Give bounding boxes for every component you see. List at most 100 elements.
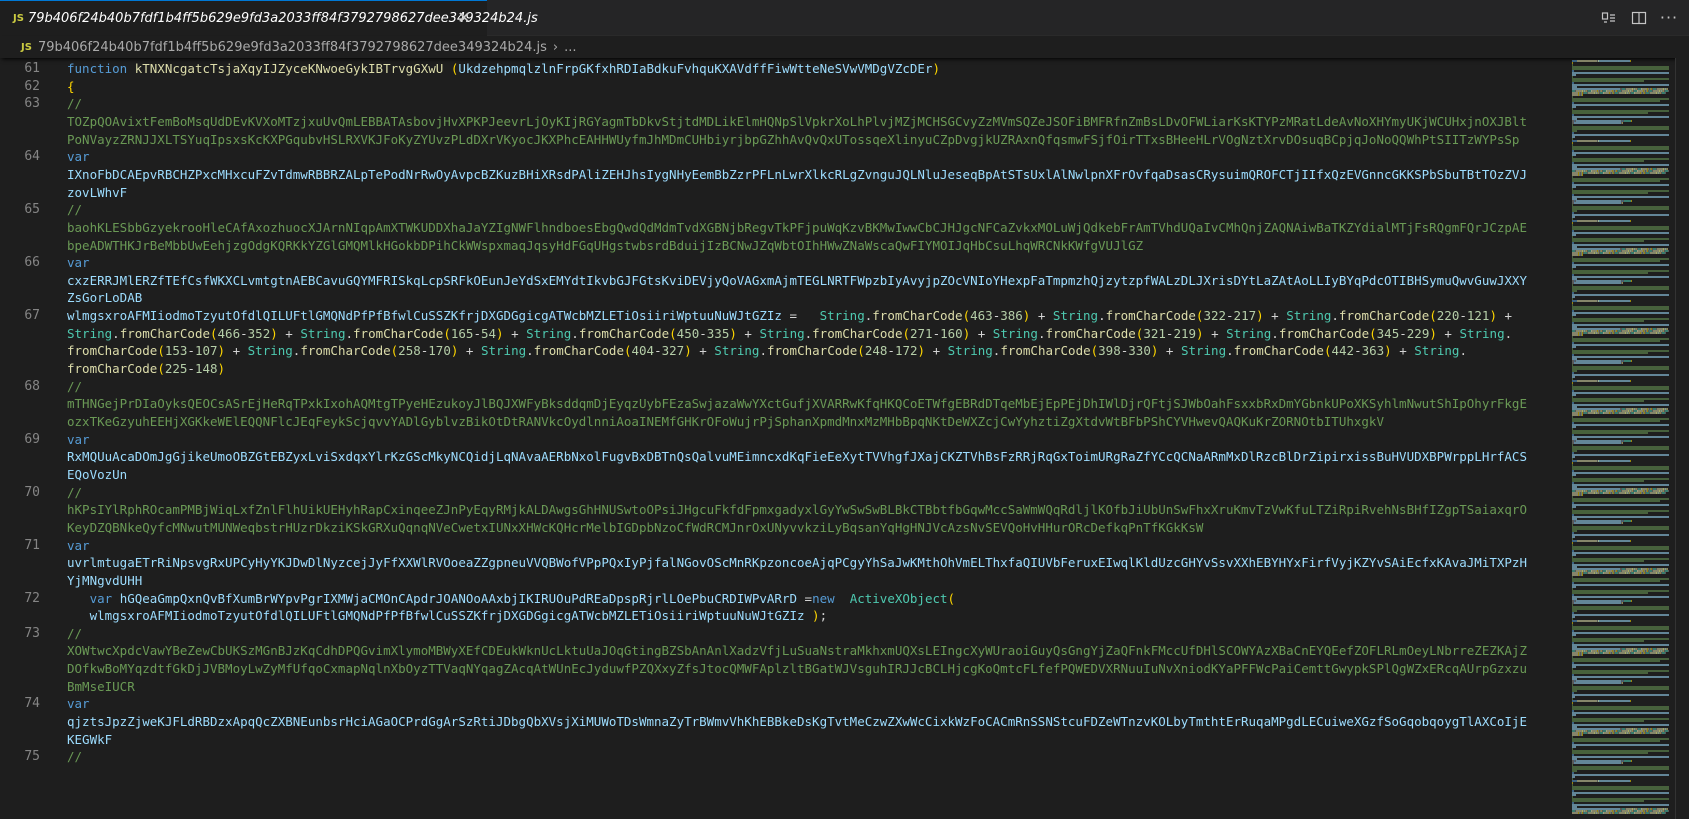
code-line[interactable]: 72 var hGQeaGmpQxnQvBfXumBrWYpvPgrIXMWja… <box>0 589 1570 608</box>
code-token: ( <box>947 590 956 606</box>
close-icon[interactable]: ✕ <box>455 9 473 27</box>
code-token: + <box>925 343 948 359</box>
code-token: = <box>797 590 813 606</box>
code-line[interactable]: fromCharCode(153-107) + String.fromCharC… <box>0 341 1570 360</box>
javascript-file-icon: JS <box>13 13 24 24</box>
code-line[interactable]: fromCharCode(225-148) <box>0 359 1570 378</box>
code-token: ( <box>857 343 865 359</box>
minimap-line <box>1572 744 1669 746</box>
minimap-line <box>1622 762 1623 764</box>
open-changes-icon[interactable] <box>1601 10 1617 26</box>
code-line[interactable]: 67 wlmgsxroAFMIiodmoTzyutOfdlQILUFtlGMQNd… <box>0 306 1570 325</box>
code-token: 54 <box>480 325 497 341</box>
code-token: - <box>1399 325 1407 341</box>
code-line[interactable]: BmMseIUCR <box>0 677 1570 696</box>
code-token: ( <box>443 325 451 341</box>
minimap-line <box>1667 250 1668 252</box>
more-actions-icon[interactable]: ··· <box>1660 10 1677 26</box>
code-line[interactable]: 73 // <box>0 624 1570 643</box>
line-number: 61 <box>24 61 40 76</box>
code-line[interactable]: baohKLESbbGzyekrooHleCAfAxozhuocXJArnNIq… <box>0 218 1570 237</box>
code-token: + <box>1263 308 1287 324</box>
code-line[interactable]: wlmgsxroAFMIiodmoTzyutOfdlQILUFtlGMQNdPf… <box>0 606 1570 625</box>
code-line[interactable]: zovLWhvF <box>0 183 1570 202</box>
code-line[interactable]: 64 var <box>0 147 1570 166</box>
code-token: new <box>812 590 835 606</box>
code-line[interactable]: DOfkwBoMYqzdtfGkDjJVBMoyLwZyMfUfqoCxmapN… <box>0 659 1570 678</box>
minimap-line <box>1598 380 1630 382</box>
code-line[interactable]: RxMQUuAcaDOmJgGjikeUmoOBZGtEBZyxLviSxdqx… <box>0 447 1570 466</box>
code-line[interactable]: hKPsIYlRphROcamPMBjWiqLxfZnlFlhUikUEHyhR… <box>0 500 1570 519</box>
code-token: - <box>187 361 195 377</box>
code-line[interactable]: EQoVozUn <box>0 465 1570 484</box>
code-line[interactable]: 63 // <box>0 94 1570 113</box>
code-line[interactable]: PoNVayzZRNJJXLTSYuqIpsxsKcKXPGqubvHSLRXV… <box>0 130 1570 149</box>
code-token: ) <box>496 325 504 341</box>
breadcrumb-symbols[interactable]: ... <box>564 40 576 55</box>
code-line[interactable]: bpeADWTHKJrBeMbbUwEehjzgOdgKQRKkYZGlGMQM… <box>0 236 1570 255</box>
code-text: mTHNGejPrDIaOyksQEOCsASrEjHeRqTPxkIxohAQ… <box>67 394 1527 413</box>
minimap-line <box>1572 80 1644 82</box>
minimap-line <box>1598 780 1630 782</box>
code-text: PoNVayzZRNJJXLTSYuqIpsxsKcKXPGqubvHSLRXV… <box>67 130 1519 149</box>
code-token: . <box>345 325 354 341</box>
minimap-line <box>1572 632 1669 634</box>
minimap-line <box>1572 260 1660 262</box>
code-line[interactable]: 71 var <box>0 536 1570 555</box>
minimap-line <box>1572 564 1669 566</box>
code-line[interactable]: 69 var <box>0 430 1570 449</box>
code-line[interactable]: ozxTKeGzyuhEEHjXGKkeWElEQQNFlcJEqFeykScj… <box>0 412 1570 431</box>
code-line[interactable]: KEGWkF <box>0 730 1570 749</box>
minimap-line <box>1572 84 1669 86</box>
code-line[interactable]: qjztsJpzZjweKJFLdRBDzxApqQcZXBNEunbsrHci… <box>0 712 1570 731</box>
code-token: fromCharCode <box>812 325 903 341</box>
editor-tab-active[interactable]: JS 79b406f24b40b7fdf1b4ff5b629e9fd3a2033… <box>0 0 538 36</box>
code-token: DOfkwBoMYqzdtfGkDjJVBMoyLwZyMfUfqoCxmapN… <box>67 661 1527 677</box>
code-line[interactable]: String.fromCharCode(466-352) + String.fr… <box>0 324 1570 343</box>
breadcrumb-file[interactable]: 79b406f24b40b7fdf1b4ff5b629e9fd3a2033ff8… <box>38 40 547 55</box>
minimap-line <box>1576 460 1597 462</box>
code-token: String <box>992 325 1038 341</box>
code-line[interactable]: 74 var <box>0 694 1570 713</box>
code-line[interactable]: KeyDZQBNkeQyfcMNwutMUNWeqbstrHUzrDkziKSk… <box>0 518 1570 537</box>
minimap-line <box>1582 94 1583 96</box>
code-line[interactable]: cxzERRJMlERZfTEfCsfWKXCLvmtgtnAEBCavuGQY… <box>0 271 1570 290</box>
code-line[interactable]: 70 // <box>0 483 1570 502</box>
code-line[interactable]: 61 function kTNXNcgatcTsjaXqyIJZyceKNwoeG… <box>0 59 1570 78</box>
minimap-line <box>1572 164 1669 166</box>
minimap-line <box>1572 72 1669 74</box>
split-editor-icon[interactable] <box>1631 10 1647 26</box>
code-token: var <box>67 431 90 447</box>
code-line[interactable]: XOWtwcXpdcVawYBeZewCbUKSzMGnBJzKqCdhDPQG… <box>0 641 1570 660</box>
minimap-line <box>1572 112 1648 114</box>
code-line[interactable]: 65 // <box>0 200 1570 219</box>
minimap-line <box>1629 620 1630 622</box>
code-editor[interactable]: 61 function kTNXNcgatcTsjaXqyIJZyceKNwoeG… <box>0 59 1570 819</box>
minimap[interactable] <box>1572 58 1675 819</box>
minimap-line <box>1667 170 1668 172</box>
code-line[interactable]: TOZpQOAvixtFemBoMsqUdDEvKVXoMTzjxuUvQmLE… <box>0 112 1570 131</box>
code-token: fromCharCode <box>872 308 963 324</box>
code-line[interactable]: ZsGorLoDAB <box>0 288 1570 307</box>
code-line[interactable]: 66 var <box>0 253 1570 272</box>
code-token: + <box>458 343 481 359</box>
code-line[interactable]: 75 // <box>0 747 1570 766</box>
code-token: + <box>225 343 248 359</box>
code-line[interactable]: 62 { <box>0 77 1570 96</box>
minimap-line <box>1572 484 1669 486</box>
code-line[interactable]: YjMNgvdUHH <box>0 571 1570 590</box>
code-line[interactable]: IXnoFbDCAEpvRBCHZPxcMHxcuFZvTdmwRBBRZALp… <box>0 165 1570 184</box>
code-line[interactable]: mTHNGejPrDIaOyksQEOCsASrEjHeRqTPxkIxohAQ… <box>0 394 1570 413</box>
code-line[interactable]: 68 // <box>0 377 1570 396</box>
code-line[interactable]: uvrlmtugaETrRiNpsvgRxUPCyHyYKJDwDlNyzcej… <box>0 553 1570 572</box>
code-token: ( <box>157 343 165 359</box>
code-token: fromCharCode <box>1233 343 1324 359</box>
code-text: fromCharCode(153-107) + String.fromCharC… <box>67 341 1467 360</box>
vertical-scrollbar[interactable] <box>1675 58 1689 819</box>
code-token: ZsGorLoDAB <box>67 290 143 306</box>
minimap-line <box>1572 768 1669 770</box>
code-token: String <box>1052 308 1099 324</box>
code-token: BmMseIUCR <box>67 678 135 694</box>
minimap-line <box>1630 440 1631 442</box>
